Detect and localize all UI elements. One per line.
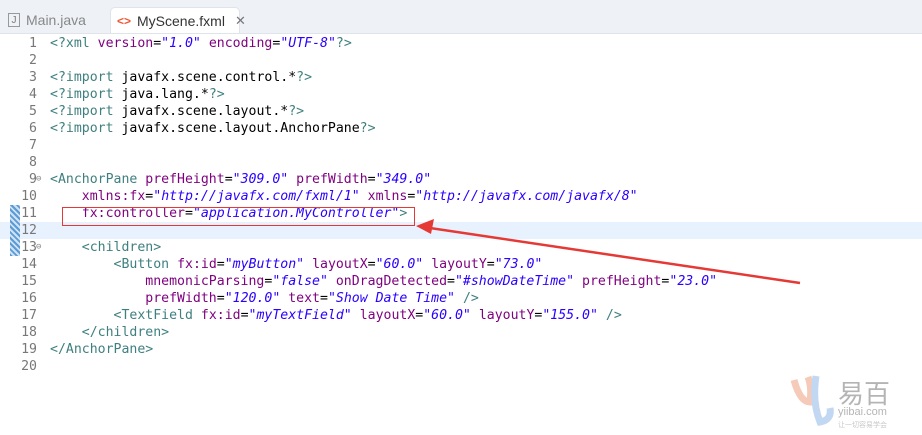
watermark-logo: 易百 yiibai.com 让一切容易学会	[790, 372, 920, 432]
watermark-domain: yiibai.com	[838, 406, 887, 418]
yiibai-logo-icon	[790, 375, 834, 426]
watermark-slogan: 让一切容易学会	[838, 422, 887, 429]
annotation-arrow	[416, 219, 801, 285]
